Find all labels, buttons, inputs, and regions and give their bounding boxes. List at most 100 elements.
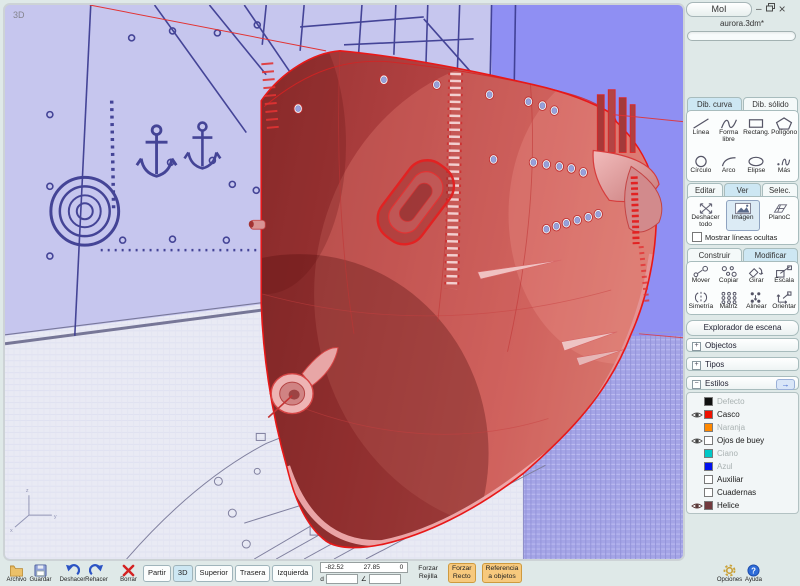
tool-label: Borrar — [120, 576, 137, 583]
style-row-helice[interactable]: Helice — [687, 499, 798, 512]
tool-label: Polígono — [771, 128, 798, 136]
coordinate-readout: -82.52 27.85 0 d ∠ — [320, 562, 409, 584]
tool-alinear[interactable]: Alinear — [743, 291, 771, 311]
color-swatch[interactable] — [704, 462, 713, 471]
bottom-toolbar: Archivo Guardar Deshacer Rehacer Borrar … — [0, 560, 800, 586]
snap-grid-toggle[interactable]: Forzar Rejilla — [414, 563, 442, 583]
opciones-button[interactable]: Opciones — [717, 564, 742, 583]
color-swatch[interactable] — [704, 488, 713, 497]
eye-slot[interactable] — [689, 502, 704, 510]
tool-simetria[interactable]: Simetría — [687, 291, 715, 311]
tool-linea[interactable]: Línea — [687, 117, 715, 144]
color-swatch[interactable] — [704, 436, 713, 445]
style-row-ciano[interactable]: Ciano — [687, 447, 798, 460]
partir-button[interactable]: Partir — [143, 564, 171, 582]
coord-z: 0 — [399, 564, 404, 571]
view-trasera-button[interactable]: Trasera — [234, 564, 271, 582]
ayuda-button[interactable]: ? Ayuda — [742, 563, 765, 583]
style-name: Casco — [717, 410, 740, 419]
tool-label: Línea — [692, 128, 710, 136]
tool-planoc[interactable]: PlanoC — [763, 200, 797, 231]
tool-matriz[interactable]: Matriz — [715, 291, 743, 311]
deshacer-button[interactable]: Deshacer — [60, 563, 85, 583]
color-swatch[interactable] — [704, 423, 713, 432]
angle-input[interactable] — [368, 574, 401, 584]
style-row-auxiliar[interactable]: Auxiliar — [687, 473, 798, 486]
viewport-3d[interactable]: z y x 3D — [3, 3, 685, 561]
tool-label: Simetría — [688, 303, 714, 311]
color-swatch[interactable] — [704, 410, 713, 419]
tool-label: Rectang. — [743, 128, 770, 136]
command-bar[interactable] — [687, 31, 796, 41]
borrar-button[interactable]: Borrar — [117, 564, 140, 583]
styles-detail-arrow-icon[interactable]: → — [776, 379, 795, 390]
restore-icon — [765, 3, 775, 12]
snap-straight-toggle[interactable]: Forzar Recto — [447, 563, 476, 583]
app-menu-button[interactable]: MoI — [686, 2, 752, 17]
restore-button[interactable] — [765, 3, 775, 16]
style-row-casco[interactable]: Casco — [687, 408, 798, 421]
tool-label: Escala — [774, 277, 795, 285]
style-row-defecto[interactable]: Defecto — [687, 395, 798, 408]
gear-icon — [723, 564, 736, 576]
tool-forma-libre[interactable]: Forma libre — [715, 117, 743, 144]
tool-orientar[interactable]: Orientar — [770, 291, 798, 311]
svg-text:z: z — [26, 488, 29, 494]
tool-poligono[interactable]: Polígono — [770, 117, 798, 144]
rehacer-button[interactable]: Rehacer — [85, 563, 108, 583]
scene-explorer-header[interactable]: Explorador de escena — [686, 320, 799, 336]
archivo-button[interactable]: Archivo — [5, 564, 28, 583]
section-label: Tipos — [705, 360, 725, 369]
svg-text:y: y — [54, 514, 57, 520]
color-swatch[interactable] — [704, 501, 713, 510]
view-3d-button[interactable]: 3D — [172, 564, 193, 582]
color-swatch[interactable] — [704, 397, 713, 406]
hidden-lines-checkbox[interactable] — [692, 232, 702, 242]
tool-circulo[interactable]: Círculo — [687, 155, 715, 175]
style-row-naranja[interactable]: Naranja — [687, 421, 798, 434]
close-button[interactable]: × — [779, 3, 786, 16]
tool-label: PlanoC — [768, 214, 791, 221]
viewport-scene[interactable]: z y x — [5, 5, 683, 559]
modify-tools-panel: Mover Copiar Girar Escala Simetría Matri… — [686, 261, 799, 315]
tool-imagen[interactable]: Imágen — [725, 200, 760, 231]
tool-rectang[interactable]: Rectang. — [743, 117, 771, 144]
tool-girar[interactable]: Girar — [743, 265, 771, 285]
moi-application-window: z y x 3D MoI – × aurora.3dm* Dib. curva … — [0, 0, 800, 586]
tool-label: Alinear — [746, 303, 767, 311]
section-tipos[interactable]: + Tipos — [686, 357, 799, 371]
tool-label: Arco — [721, 167, 736, 175]
eye-icon — [690, 412, 703, 417]
section-objectos[interactable]: + Objectos — [686, 338, 799, 352]
tool-label: Girar — [749, 277, 764, 285]
style-row-cuadernas[interactable]: Cuadernas — [687, 486, 798, 499]
color-swatch[interactable] — [704, 449, 713, 458]
expander-icon[interactable]: + — [692, 361, 701, 370]
expander-icon[interactable]: − — [692, 380, 701, 389]
distance-input[interactable] — [325, 574, 358, 584]
style-row-azul[interactable]: Azul — [687, 460, 798, 473]
color-swatch[interactable] — [704, 475, 713, 484]
eye-slot[interactable] — [689, 411, 704, 419]
tool-label: Elipse — [747, 167, 766, 175]
view-superior-button[interactable]: Superior — [194, 564, 233, 582]
tool-label: Círculo — [690, 167, 712, 175]
expander-icon[interactable]: + — [692, 342, 701, 351]
minimize-button[interactable]: – — [756, 3, 762, 16]
tool-deshacer-todo[interactable]: Deshacer todo — [689, 200, 723, 231]
tool-mover[interactable]: Mover — [687, 265, 715, 285]
section-estilos[interactable]: − Estilos → — [686, 376, 799, 390]
object-snap-toggle[interactable]: Referencia a objetos — [481, 563, 523, 583]
eye-slot[interactable] — [689, 437, 704, 445]
eye-icon — [690, 503, 703, 508]
tool-mas[interactable]: Más — [770, 155, 798, 175]
guardar-button[interactable]: Guardar — [29, 563, 52, 583]
tool-elipse[interactable]: Elipse — [743, 155, 771, 175]
tool-arco[interactable]: Arco — [715, 155, 743, 175]
tool-escala[interactable]: Escala — [770, 265, 798, 285]
xyz-coordinates: -82.52 27.85 0 — [320, 562, 409, 573]
tool-copiar[interactable]: Copiar — [715, 265, 743, 285]
view-izquierda-button[interactable]: Izquierda — [272, 564, 314, 582]
style-name: Helice — [717, 501, 740, 510]
style-row-ojos-de-buey[interactable]: Ojos de buey — [687, 434, 798, 447]
